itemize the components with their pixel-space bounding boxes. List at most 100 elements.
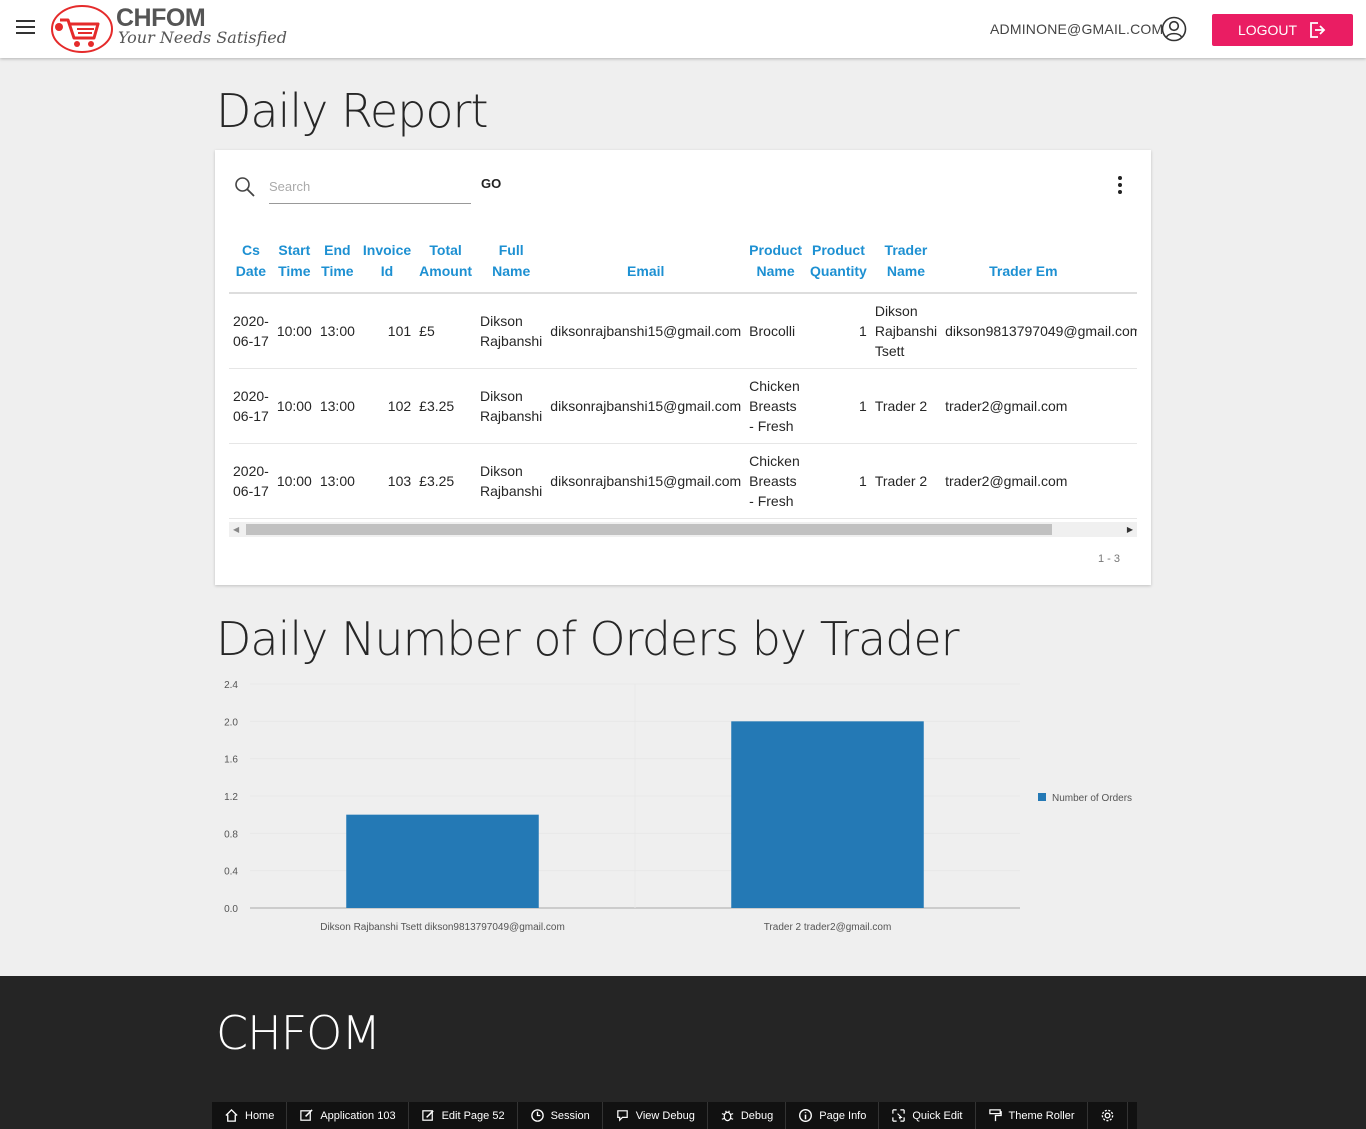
devbar-application-103[interactable]: Application 103 [287,1102,409,1129]
actions-menu-icon[interactable] [1113,176,1127,198]
table-cell: £3.25 [415,368,477,444]
y-tick-label: 1.6 [224,755,238,766]
devbar-view-debug[interactable]: View Debug [603,1102,708,1129]
column-header[interactable]: Product Quantity [806,240,871,294]
search-input[interactable] [269,170,471,204]
devbar-label: Application 103 [320,1109,396,1122]
table-cell: trader2@gmail.com [941,443,1137,519]
scroll-left-icon[interactable]: ◀ [233,525,239,534]
table-cell: diksonrajbanshi15@gmail.com [546,293,746,369]
column-header[interactable]: Trader Em [941,240,1137,294]
bug-icon [721,1110,734,1122]
table-cell: Dikson Rajbanshi Tsett [870,293,942,369]
brand-logo[interactable]: CHFOM Your Needs Satisfied [50,2,287,56]
column-header[interactable]: Trader Name [870,240,942,294]
devbar-settings[interactable] [1088,1102,1128,1129]
y-tick-label: 1.2 [224,792,238,803]
table-cell: 2020-06-17 [229,443,273,519]
table-cell: 10:00 [272,368,316,444]
cart-logo-icon [51,5,113,53]
scrollbar-thumb[interactable] [246,524,1052,535]
table-row: 2020-06-17 10:00 13:00 102 £3.25 Dikson … [229,368,1137,444]
table-cell: Dikson Rajbanshi [476,443,547,519]
chart-title: Daily Number of Orders by Trader [216,612,960,666]
table-cell: 10:00 [272,443,316,519]
page-title: Daily Report [216,84,489,138]
devbar-home[interactable]: Home [212,1102,288,1129]
y-tick-label: 0.8 [224,829,238,840]
developer-toolbar: Home Application 103 Edit Page 52 Session Vi… [212,1102,1137,1129]
bar [731,721,924,908]
column-header[interactable]: Email [546,240,746,294]
devbar-label: Quick Edit [912,1109,963,1122]
legend-swatch [1038,793,1046,801]
devbar-page-info[interactable]: Page Info [786,1102,880,1129]
table-cell: 1 [806,293,871,369]
menu-icon[interactable] [16,20,35,36]
column-header[interactable]: End Time [315,240,359,294]
table-cell: £3.25 [415,443,477,519]
devbar-session[interactable]: Session [518,1102,603,1129]
x-tick-label: Trader 2 trader2@gmail.com [764,922,892,933]
search-icon [235,177,255,197]
table-cell: 102 [358,368,416,444]
y-tick-label: 0.4 [224,867,238,878]
table-cell: 2020-06-17 [229,293,273,369]
logout-label: LOGOUT [1237,22,1298,38]
y-tick-label: 0.0 [224,904,238,915]
info-icon [799,1109,813,1122]
logout-button[interactable]: LOGOUT [1212,14,1353,46]
top-navbar: CHFOM Your Needs Satisfied ADMINONE@GMAI… [0,0,1366,58]
table-cell: Dikson Rajbanshi [476,368,547,444]
table-cell: Trader 2 [870,368,942,444]
report-table: Cs Date Start Time End Time Invoice Id T… [229,240,1137,519]
devbar-quick-edit[interactable]: Quick Edit [879,1102,976,1129]
column-header[interactable]: Total Amount [415,240,477,294]
go-button[interactable]: GO [481,176,501,191]
pagination-info: 1 - 3 [1098,553,1121,565]
table-cell: Chicken Breasts - Fresh [745,443,807,519]
table-cell: 2020-06-17 [229,368,273,444]
table-cell: 1 [806,443,871,519]
table-cell: 13:00 [315,293,359,369]
table-cell: diksonrajbanshi15@gmail.com [546,368,746,444]
logo-tagline: Your Needs Satisfied [118,28,287,47]
report-table-container: Cs Date Start Time End Time Invoice Id T… [229,240,1137,525]
devbar-theme-roller[interactable]: Theme Roller [976,1102,1088,1129]
table-cell: trader2@gmail.com [941,368,1137,444]
page-footer: CHFOM Home Application 103 Edit Page 52 Ses… [0,976,1366,1129]
table-row: 2020-06-17 10:00 13:00 101 £5 Dikson Raj… [229,293,1137,369]
user-account-icon[interactable] [1161,16,1187,42]
table-cell: 103 [358,443,416,519]
table-cell: Dikson Rajbanshi [476,293,547,369]
y-tick-label: 2.0 [224,717,238,728]
horizontal-scrollbar[interactable]: ◀ ▶ [229,522,1137,537]
devbar-edit-page-52[interactable]: Edit Page 52 [409,1102,518,1129]
column-header[interactable]: Cs Date [229,240,273,294]
clock-icon [530,1109,544,1122]
y-tick-label: 2.4 [224,680,238,691]
scroll-right-icon[interactable]: ▶ [1127,525,1133,534]
table-cell: 13:00 [315,443,359,519]
column-header[interactable]: Full Name [476,240,547,294]
table-cell: 10:00 [272,293,316,369]
sign-out-icon [1310,22,1326,38]
footer-brand: CHFOM [216,1006,381,1060]
column-header[interactable]: Product Name [745,240,807,294]
devbar-label: Theme Roller [1008,1109,1075,1122]
table-cell: diksonrajbanshi15@gmail.com [546,443,746,519]
table-header-row: Cs Date Start Time End Time Invoice Id T… [229,240,1137,294]
column-header[interactable]: Invoice Id [358,240,416,294]
devbar-label: Debug [740,1109,774,1122]
devbar-label: Session [550,1109,590,1122]
table-row: 2020-06-17 10:00 13:00 103 £3.25 Dikson … [229,443,1137,519]
edit-page-icon [421,1110,434,1121]
devbar-label: Edit Page 52 [441,1109,505,1122]
table-cell: 1 [806,368,871,444]
view-debug-icon [616,1110,628,1122]
column-header[interactable]: Start Time [272,240,316,294]
devbar-debug[interactable]: Debug [708,1102,787,1129]
table-cell: Brocolli [745,293,807,369]
table-cell: dikson9813797049@gmail.com [941,293,1137,369]
x-tick-label: Dikson Rajbanshi Tsett dikson9813797049@… [320,922,565,933]
